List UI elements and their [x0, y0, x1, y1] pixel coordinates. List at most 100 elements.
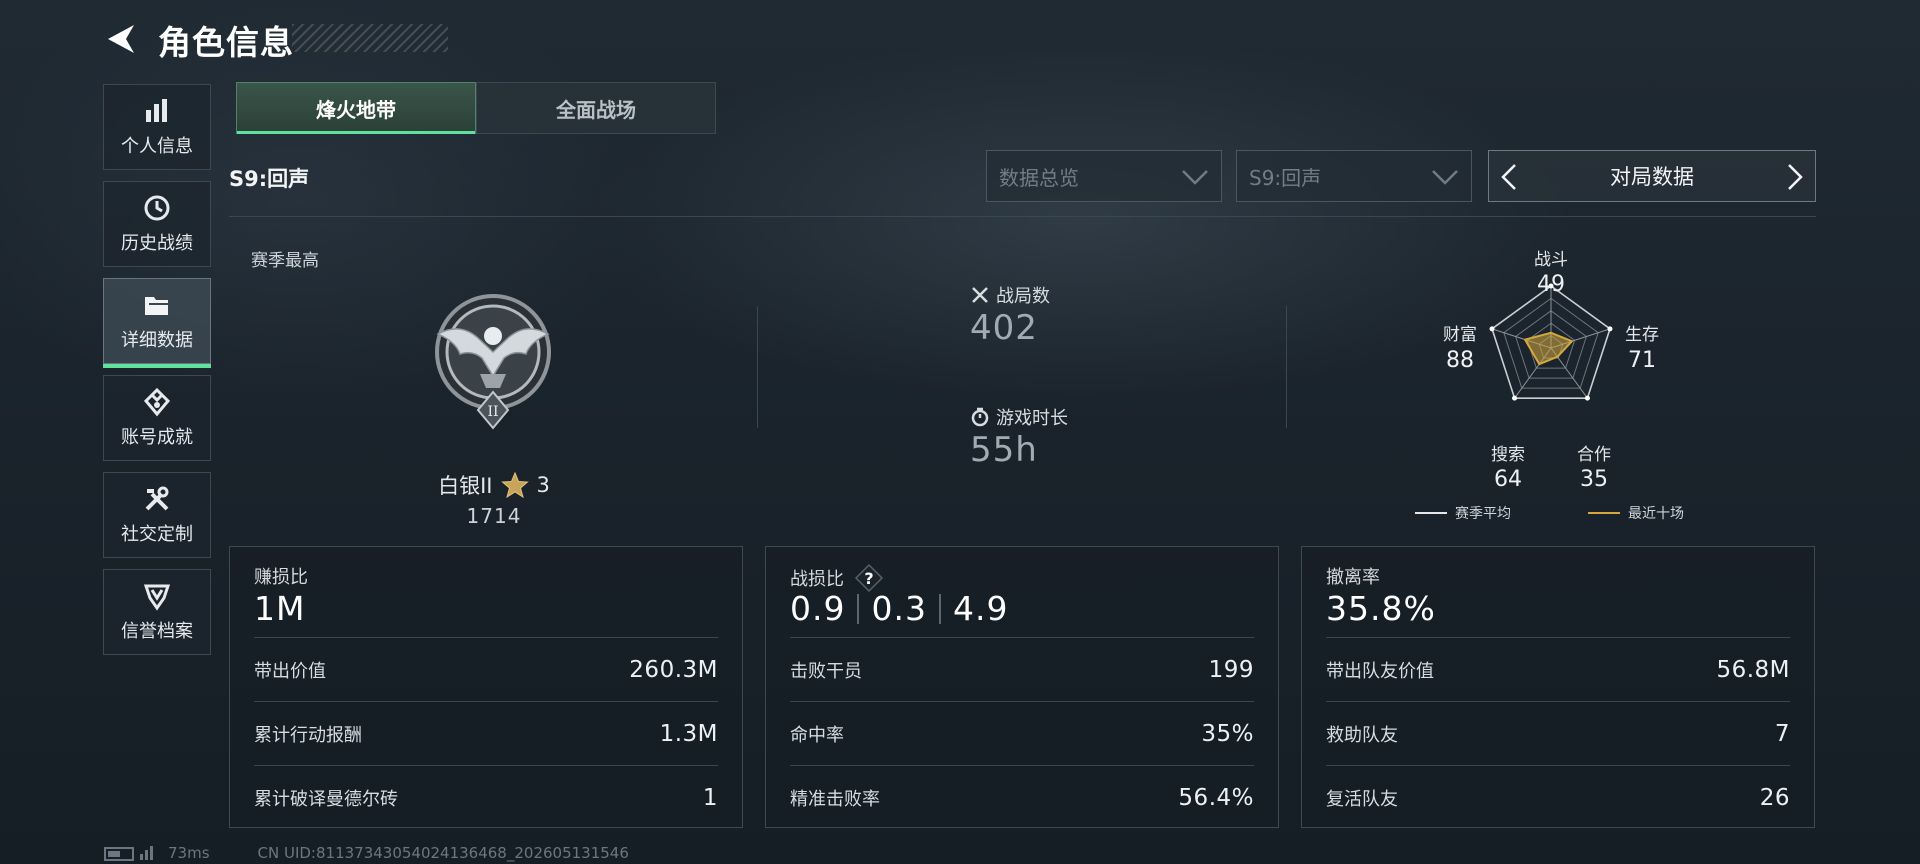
- matches-label-row: 战局数: [970, 282, 1050, 308]
- sidebar-item-personal-info[interactable]: 个人信息: [103, 84, 211, 170]
- profit-panel: 赚损比 1M 带出价值 260.3M 累计行动报酬 1.3M 累计破译曼德尔砖 1: [229, 546, 743, 828]
- season-select[interactable]: S9:回声: [1236, 150, 1472, 202]
- table-row: 累计行动报酬 1.3M: [254, 701, 718, 765]
- matches-value: 402: [970, 308, 1038, 348]
- season-select-value: S9:回声: [1249, 165, 1322, 190]
- sidebar-item-social[interactable]: 社交定制: [103, 472, 211, 558]
- row-label: 累计破译曼德尔砖: [254, 788, 398, 810]
- divider: [229, 216, 1816, 217]
- radar-value-search: 64: [1494, 467, 1522, 492]
- kd-panel: 战损比 ? 0.9 0.3 4.9 击败干员 199 命中率 35% 精准击败率 56…: [765, 546, 1279, 828]
- table-row: 命中率 35%: [790, 701, 1254, 765]
- tab-fenghuo[interactable]: 烽火地带: [236, 82, 476, 134]
- tab-quanmian[interactable]: 全面战场: [476, 82, 716, 134]
- kd-values: 0.9 0.3 4.9: [790, 589, 1008, 628]
- matches-label: 战局数: [996, 286, 1050, 307]
- back-icon[interactable]: [104, 22, 138, 56]
- radar-label-wealth: 财富: [1443, 325, 1477, 345]
- row-label: 累计行动报酬: [254, 724, 362, 746]
- sidebar-item-detailed-data[interactable]: 详细数据: [103, 278, 211, 368]
- radar-axis-dot: [1489, 326, 1495, 332]
- table-row: 累计破译曼德尔砖 1: [254, 765, 718, 829]
- status-footer: 73ms CN UID:8113734305402413646​8_202605…: [104, 844, 629, 862]
- row-label: 命中率: [790, 724, 844, 746]
- ping-text: 73ms: [168, 844, 210, 862]
- row-label: 带出价值: [254, 660, 326, 682]
- kd-value-3: 4.9: [952, 589, 1009, 628]
- row-value: 199: [1208, 656, 1254, 683]
- overview-select-value: 数据总览: [999, 165, 1079, 190]
- rank-stars: 3: [536, 473, 550, 497]
- radar-value-wealth: 88: [1446, 348, 1474, 373]
- chevron-down-icon: [1182, 170, 1208, 185]
- season-best-label: 赛季最高: [251, 251, 319, 271]
- sidebar-item-label: 历史战绩: [121, 233, 193, 254]
- table-row: 带出队友价值 56.8M: [1326, 637, 1790, 701]
- radar-label-survival: 生存: [1625, 325, 1659, 345]
- sidebar-item-label: 信誉档案: [121, 621, 193, 642]
- stopwatch-icon: [971, 407, 989, 427]
- divider: [757, 306, 758, 428]
- playtime-label: 游戏时长: [996, 408, 1068, 429]
- sidebar-item-label: 详细数据: [121, 330, 193, 351]
- table-row: 精准击败率 56.4%: [790, 765, 1254, 829]
- divider: [1286, 306, 1287, 428]
- rank-name: 白银II: [438, 474, 493, 498]
- playtime-value: 55h: [970, 430, 1038, 470]
- chevron-left-icon[interactable]: [1499, 163, 1519, 191]
- legend-label: 最近十场: [1628, 506, 1684, 522]
- sidebar-item-reputation[interactable]: 信誉档案: [103, 569, 211, 655]
- radar-axis-dot: [1584, 395, 1590, 401]
- uid-text: CN UID:8113734305402413646​8_20260513154…: [257, 844, 629, 862]
- season-label: S9:回声: [229, 167, 310, 191]
- playtime-label-row: 游戏时长: [970, 404, 1068, 430]
- legend-line: [1588, 512, 1620, 514]
- sidebar-item-achievements[interactable]: 账号成就: [103, 375, 211, 461]
- row-value: 56.8M: [1716, 656, 1790, 683]
- table-row: 带出价值 260.3M: [254, 637, 718, 701]
- title-decoration: [292, 24, 448, 52]
- table-row: 复活队友 26: [1326, 765, 1790, 829]
- extract-value: 35.8%: [1326, 589, 1436, 628]
- playtime-stat: 游戏时长 55h: [970, 404, 1068, 470]
- overview-select[interactable]: 数据总览: [986, 150, 1222, 202]
- radar-value-survival: 71: [1628, 348, 1656, 373]
- radar-value-combat: 49: [1537, 272, 1565, 297]
- legend-season-average: 赛季平均: [1415, 503, 1511, 523]
- sidebar-item-label: 账号成就: [121, 427, 193, 448]
- svg-text:II: II: [487, 404, 498, 420]
- sidebar-item-label: 社交定制: [121, 524, 193, 545]
- bar-chart-icon: [146, 99, 167, 122]
- chevron-right-icon[interactable]: [1785, 163, 1805, 191]
- divider: [938, 593, 941, 624]
- chevron-down-icon: [1432, 170, 1458, 185]
- table-row: 击败干员 199: [790, 637, 1254, 701]
- row-value: 260.3M: [629, 656, 718, 683]
- kd-value-2: 0.3: [871, 589, 927, 628]
- legend-line: [1415, 512, 1447, 514]
- rank-points: 1714: [466, 504, 522, 528]
- row-value: 1: [702, 784, 718, 811]
- star-icon: [500, 471, 529, 499]
- battery-signal-icon: [104, 846, 153, 861]
- row-value: 1.3M: [659, 720, 718, 747]
- radar-label-search: 搜索: [1491, 445, 1525, 465]
- divider: [857, 593, 860, 624]
- row-label: 带出队友价值: [1326, 660, 1434, 682]
- table-row: 救助队友 7: [1326, 701, 1790, 765]
- row-label: 精准击败率: [790, 788, 880, 810]
- row-label: 复活队友: [1326, 788, 1398, 810]
- extract-panel: 撤离率 35.8% 带出队友价值 56.8M 救助队友 7 复活队友 26: [1301, 546, 1815, 828]
- rank-row: 白银II 3: [384, 470, 604, 500]
- sidebar-item-history[interactable]: 历史战绩: [103, 181, 211, 267]
- row-value: 26: [1759, 784, 1790, 811]
- radar-axis-dot: [1607, 326, 1613, 332]
- kd-title: 战损比: [790, 569, 844, 590]
- history-clock-icon: [144, 195, 170, 221]
- radar-label-cooperation: 合作: [1577, 445, 1611, 465]
- radar-recent-shape: [1523, 331, 1574, 366]
- profit-value: 1M: [254, 589, 306, 628]
- extract-title: 撤离率: [1326, 567, 1380, 588]
- match-data-switcher: 对局数据: [1488, 150, 1816, 202]
- rank-badge-icon: II: [435, 294, 551, 430]
